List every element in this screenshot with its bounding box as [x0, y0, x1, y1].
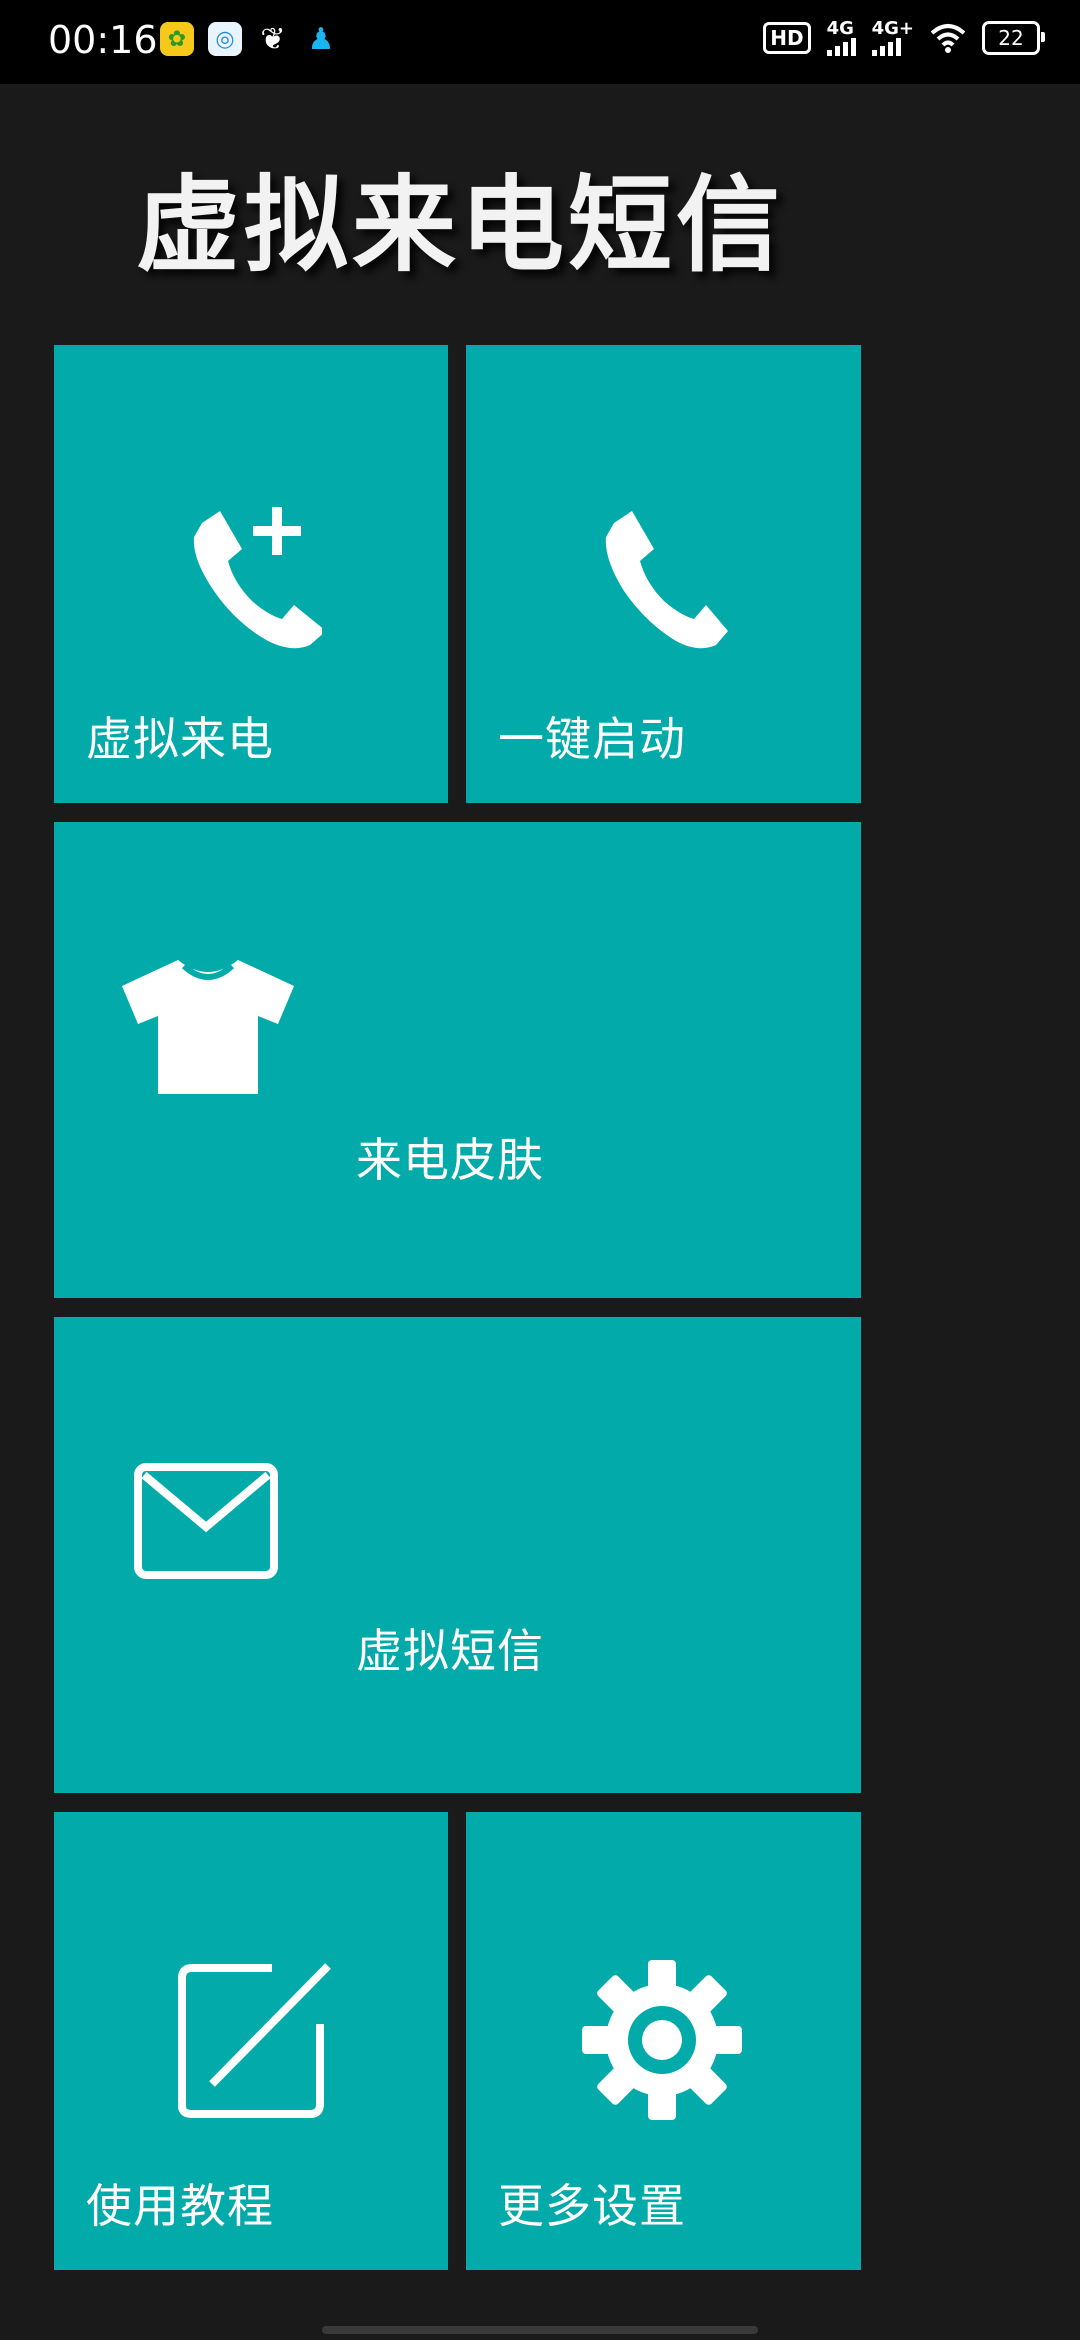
- more-settings-tile[interactable]: 更多设置: [466, 1812, 861, 2270]
- envelope-icon: [134, 1463, 278, 1579]
- wechat-icon: ❦: [260, 21, 286, 57]
- one-key-start-tile[interactable]: 一键启动: [466, 345, 861, 803]
- tutorial-label: 使用教程: [86, 2179, 274, 2233]
- one-key-start-label: 一键启动: [498, 712, 686, 766]
- app-notification-icon: ✿: [160, 22, 194, 56]
- phone-add-icon: [193, 507, 322, 649]
- more-settings-label: 更多设置: [498, 2179, 686, 2233]
- hd-icon: HD: [763, 22, 811, 54]
- battery-icon: 22: [982, 21, 1045, 55]
- gear-icon: [582, 1960, 742, 2120]
- virtual-sms-tile[interactable]: 虚拟短信: [54, 1317, 861, 1793]
- qq-icon: ♟: [307, 21, 335, 57]
- home-indicator[interactable]: [322, 2326, 758, 2334]
- signal-icon-2: 4G+: [871, 18, 914, 56]
- signal-icon: 4G: [826, 18, 856, 56]
- edit-icon: [178, 1963, 331, 2118]
- call-skin-label: 来电皮肤: [356, 1133, 544, 1187]
- notification-icons: ✿ ◎ ❦ ♟: [160, 21, 338, 57]
- status-right: HD 4G 4G+ 22: [763, 18, 1045, 56]
- page-title: 虚拟来电短信: [136, 164, 785, 286]
- virtual-call-tile[interactable]: 虚拟来电: [54, 345, 448, 803]
- virtual-sms-label: 虚拟短信: [356, 1624, 544, 1678]
- network-type-2: 4G+: [871, 18, 914, 39]
- wifi-icon: [930, 24, 966, 53]
- phone-icon: [605, 511, 728, 649]
- tutorial-tile[interactable]: 使用教程: [54, 1812, 448, 2270]
- tshirt-icon: [122, 960, 294, 1094]
- status-time: 00:16: [48, 18, 158, 62]
- network-type-1: 4G: [826, 18, 854, 39]
- call-skin-tile[interactable]: 来电皮肤: [54, 822, 861, 1298]
- browser-notification-icon: ◎: [208, 22, 242, 56]
- virtual-call-label: 虚拟来电: [86, 712, 274, 766]
- status-bar: 00:16 ✿ ◎ ❦ ♟ HD 4G 4G+ 22: [0, 0, 1080, 84]
